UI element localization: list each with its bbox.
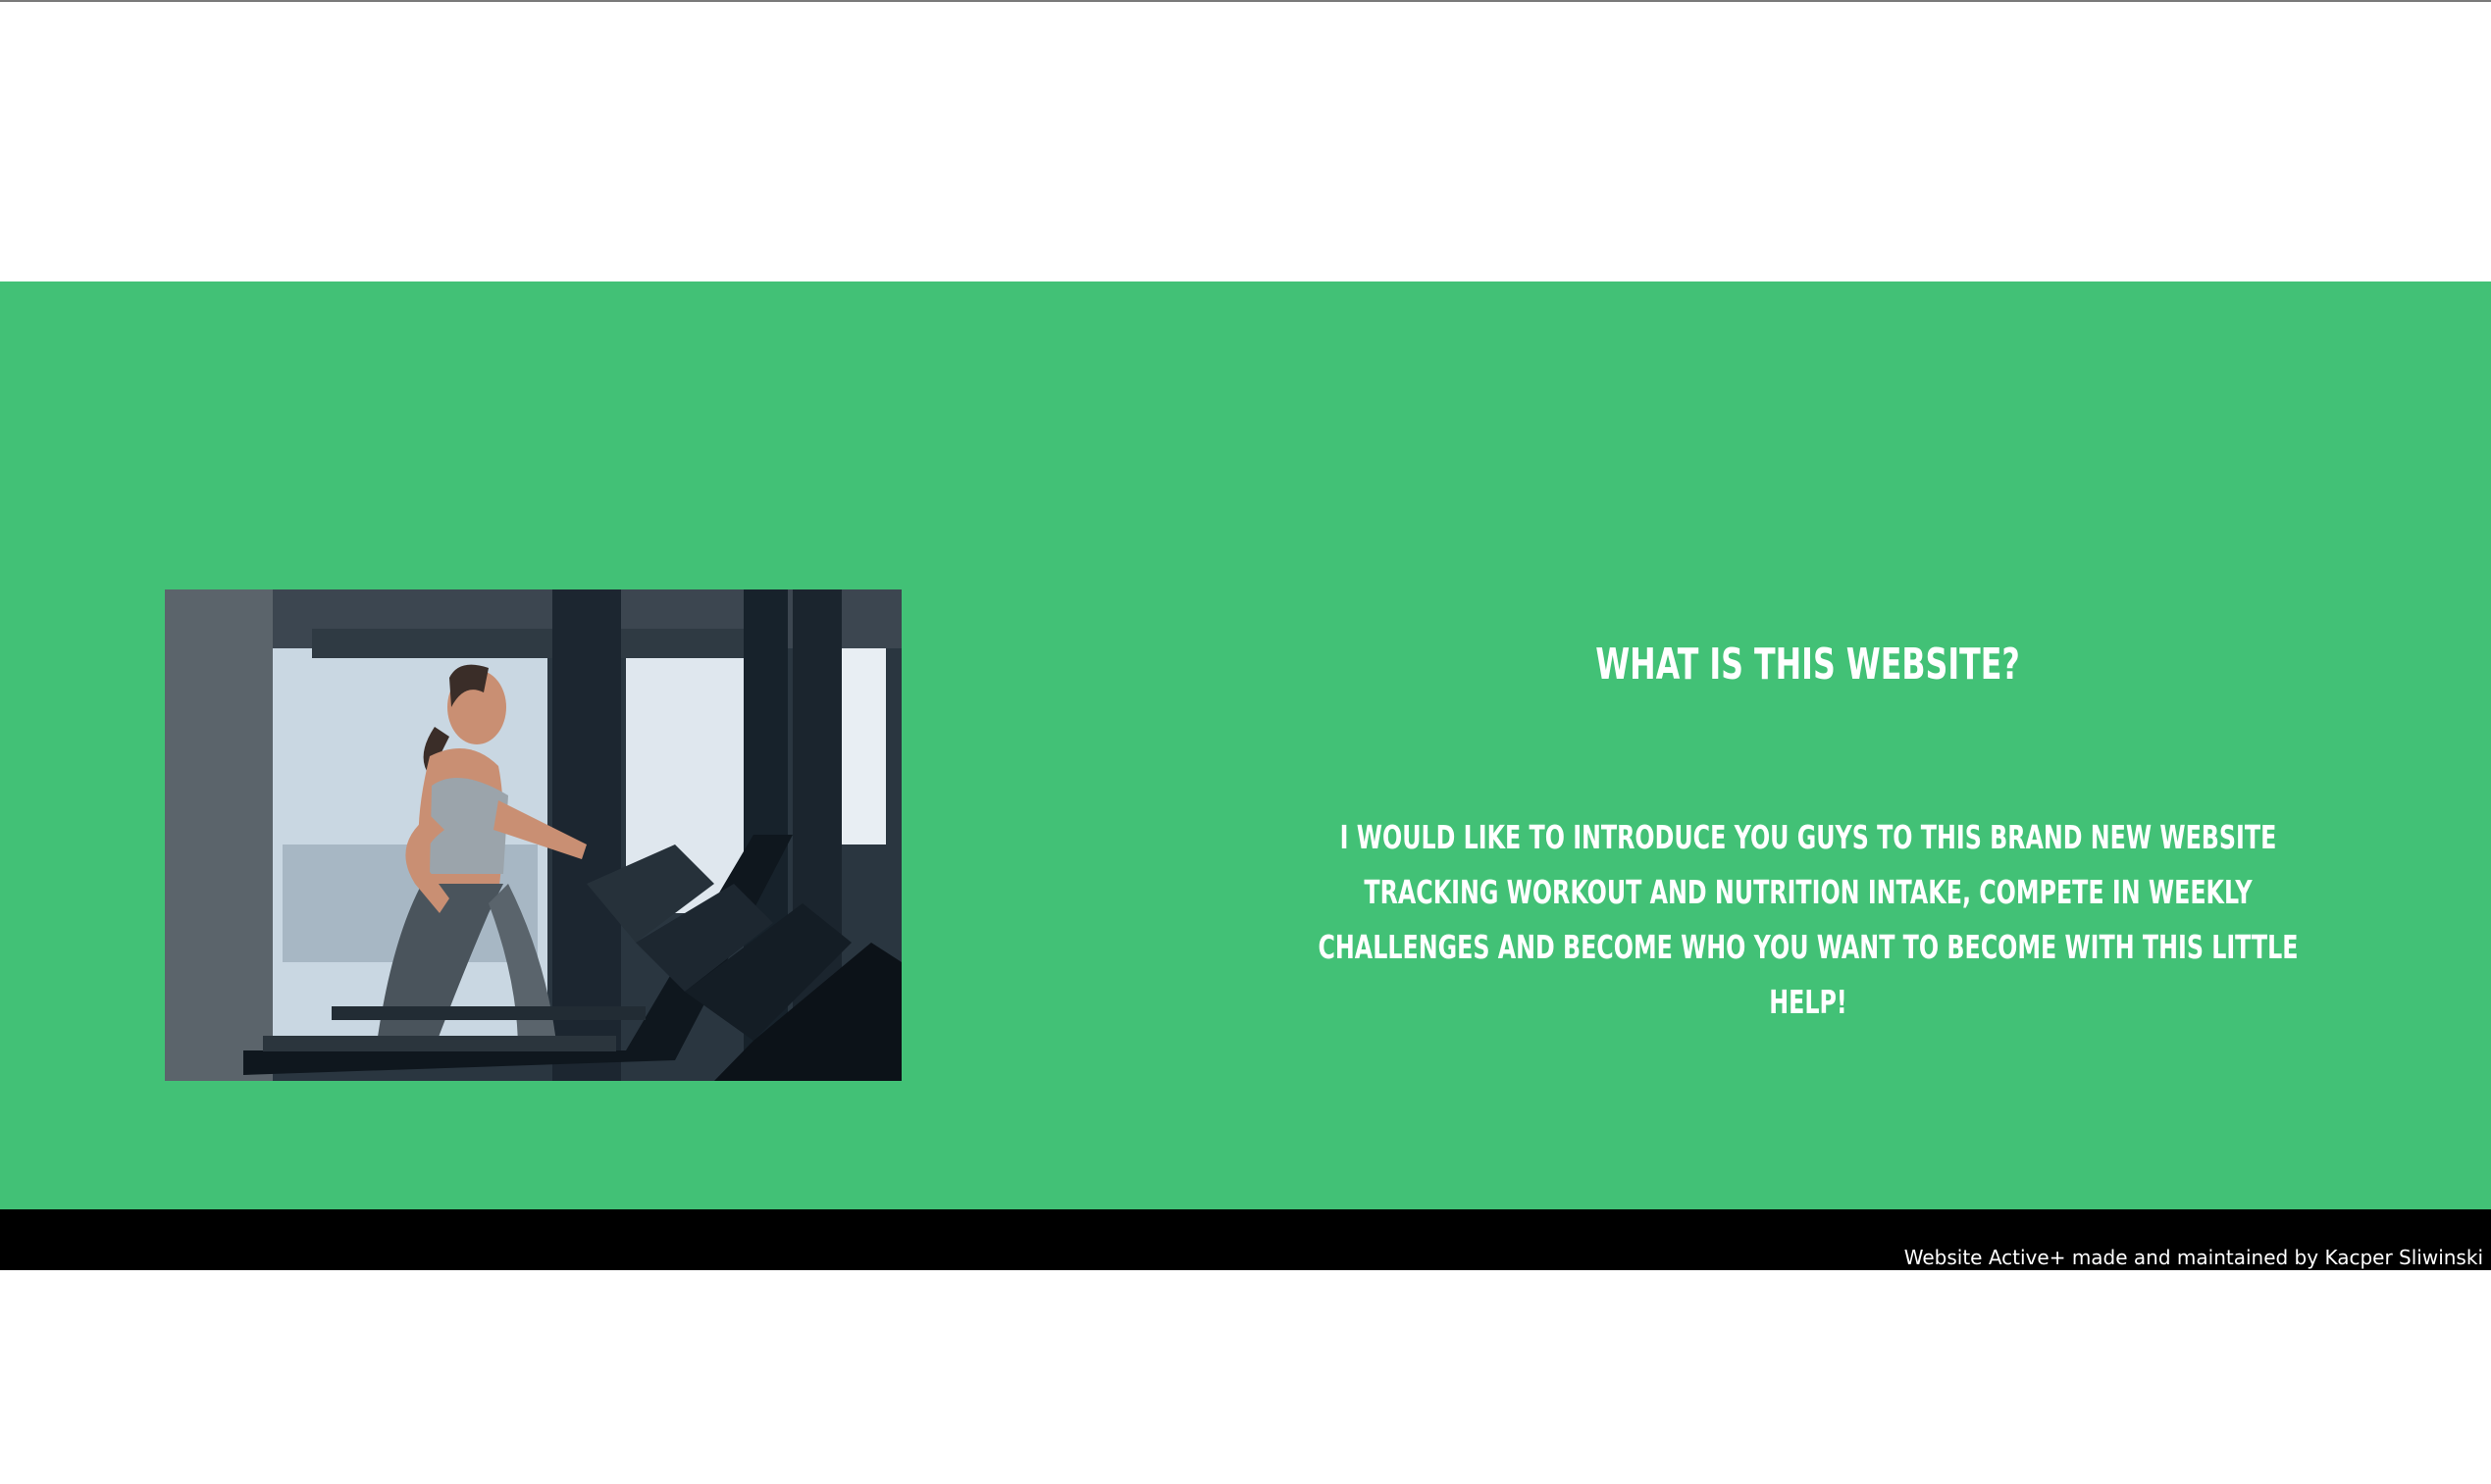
intro-block: What is this website? I would like to in… bbox=[1236, 638, 2379, 1030]
watermark-title: Activate Windows bbox=[2163, 1445, 2338, 1468]
intro-description: I would like to introduce you guys to th… bbox=[1318, 818, 2299, 1021]
footer-credit: Website Active+ made and maintained by K… bbox=[1903, 1246, 2483, 1269]
windows-activation-watermark: Activate Windows Go to Settings to activ… bbox=[2163, 1445, 2392, 1484]
treadmill-photo bbox=[165, 589, 902, 1081]
watermark-subtitle: Go to Settings to activate Windows. bbox=[2163, 1468, 2392, 1483]
treadmill-photo-illustration bbox=[165, 589, 902, 1081]
header-area bbox=[0, 2, 2491, 281]
about-section: What is this website? I would like to in… bbox=[0, 281, 2491, 1483]
site-footer: Website Active+ made and maintained by K… bbox=[0, 1209, 2491, 1270]
intro-heading: What is this website? bbox=[1595, 640, 2020, 690]
